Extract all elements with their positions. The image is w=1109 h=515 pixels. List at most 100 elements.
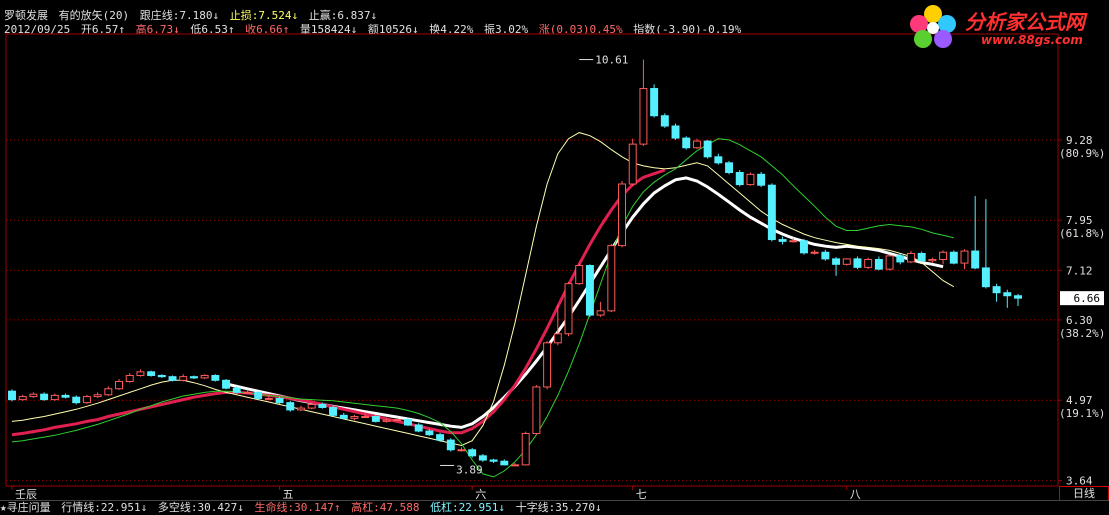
candle-body [1014,295,1022,299]
candle-body [329,406,338,416]
x-tick-label: 五 [283,488,294,500]
yellow-indicator-line [11,132,955,447]
pct-label: (38.2%) [1059,327,1105,340]
candle-body [82,396,91,404]
candle-body [671,125,680,139]
pct-label: (61.8%) [1059,227,1105,240]
candle-body [511,464,519,467]
candle-body [404,419,412,426]
candle-body [307,403,316,409]
longshort-line-value: 多空线:30.427↓ [157,501,244,514]
candle-body [414,424,423,432]
candle-body [585,265,594,316]
x-tick-label: 六 [475,488,486,500]
candle-body [703,140,712,158]
candle-body [254,391,263,399]
candle-body [842,258,851,265]
candle-body [735,172,744,186]
candle-body [1003,292,1012,297]
candle-body [660,115,669,127]
candle-body [93,394,102,398]
candle-body [136,371,145,376]
candle-body [457,449,466,452]
query-label[interactable]: ★寻庄问量 [0,501,51,514]
indicator-footer: ★寻庄问量 行情线:22.951↓ 多空线:30.427↓ 生命线:30.147… [0,500,1109,515]
candle-body [425,430,434,436]
period-daily-button[interactable]: 日线 [1059,486,1109,501]
candle-body [489,459,498,462]
candle-body [371,416,380,422]
candle-body [61,394,70,398]
candle-body [393,419,402,422]
candle-body [168,376,177,381]
y-tick-label: 6.30 [1066,314,1093,327]
candle-body [618,183,626,247]
candle-body [115,381,123,390]
candle-body [960,250,969,264]
candle-body [767,184,776,241]
candle-body [746,173,755,186]
candle-body [917,252,926,262]
site-logo: 分析家公式网 www.88gs.com [905,2,1109,50]
candle-body [50,394,59,401]
candle-body [928,258,937,262]
candle-body [939,251,948,260]
candle-body [104,388,113,396]
candle-body [853,258,862,268]
candle-body [361,416,370,419]
candle-body [179,376,188,381]
candle-body [885,255,894,270]
last-price-label: 6.66 [1074,292,1101,305]
candle-body [125,374,134,383]
candle-body [446,439,455,451]
candle-body [543,342,552,388]
candle-body [628,143,637,185]
candle-body [864,258,873,268]
candle-body [596,310,605,316]
candle-body [500,460,509,466]
x-tick-label: 七 [636,488,647,500]
candle-body [692,140,701,149]
candle-body [72,396,81,404]
kline-chart[interactable]: 3.644.976.307.127.959.28(19.1%)(38.2%)(6… [0,0,1109,500]
high-lever-value: 高杠:47.588 [351,501,420,514]
logo-url: www.88gs.com [981,33,1083,47]
candle-body [821,251,830,260]
logo-title: 分析家公式网 [965,10,1085,34]
candle-body [29,393,38,398]
x-tick-label: 八 [850,488,861,500]
candle-body [575,265,584,285]
y-tick-label: 9.28 [1066,134,1093,147]
candle-body [275,397,284,404]
candle-body [382,419,391,422]
candle-body [147,371,156,376]
y-tick-label: 7.95 [1066,214,1093,227]
max-price-label: 10.61 [595,54,628,67]
candle-body [296,407,305,411]
candle-body [714,156,723,164]
white-indicator-line [225,176,944,429]
candle-body [832,258,841,265]
candle-body [350,416,359,419]
candle-body [468,449,477,457]
candle-body [222,379,231,389]
candle-body [8,390,16,401]
y-tick-label: 4.97 [1066,394,1093,407]
candle-body [971,250,980,269]
trend-line-value: 行情线:22.951↓ [61,501,148,514]
candle-body [318,403,327,408]
candle-body [682,137,691,149]
candle-body [799,240,808,254]
low-lever-value: 低杠:22.951↓ [430,501,506,514]
candle-body [436,434,445,441]
pct-label: (19.1%) [1059,407,1105,420]
flower-logo-icon [910,5,956,48]
candle-body [521,432,530,466]
candle-body [286,402,295,411]
candle-body [478,455,487,461]
x-tick-label: 壬辰 [15,488,37,500]
candle-body [232,387,241,393]
candle-body [981,267,990,288]
candle-body [725,162,734,174]
candle-body [949,251,958,264]
